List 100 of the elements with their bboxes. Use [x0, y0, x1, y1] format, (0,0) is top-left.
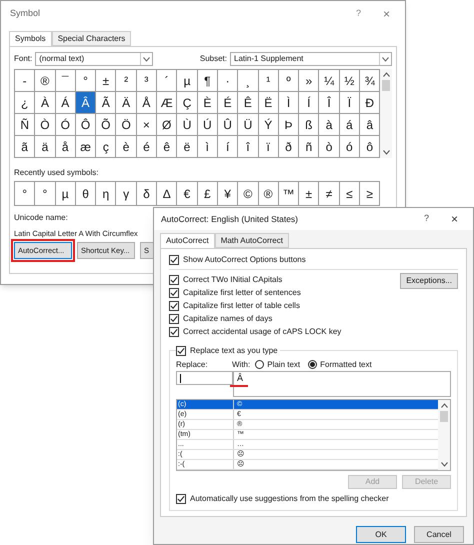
symbol-cell[interactable]: ê: [157, 136, 178, 158]
symbol-cell[interactable]: á: [340, 114, 360, 136]
symbol-cell[interactable]: í: [218, 136, 238, 158]
symbol-cell[interactable]: Ú: [198, 114, 218, 136]
symbol-cell[interactable]: Ê: [238, 92, 259, 114]
symbol-cell[interactable]: è: [116, 136, 137, 158]
symbol-cell[interactable]: ½: [340, 70, 360, 92]
scroll-down-icon[interactable]: [440, 462, 448, 467]
symbol-cell[interactable]: ×: [136, 114, 158, 136]
symbol-cell[interactable]: °: [76, 70, 96, 92]
symbol-cell[interactable]: ™: [278, 182, 300, 206]
symbol-cell[interactable]: Ö: [116, 114, 137, 136]
scrollbar-thumb[interactable]: [382, 80, 390, 91]
symbol-cell[interactable]: ¯: [56, 70, 76, 92]
symbol-cell[interactable]: Ò: [35, 114, 56, 136]
symbol-cell[interactable]: Ã: [96, 92, 116, 114]
symbol-cell[interactable]: °: [15, 182, 36, 206]
symbol-cell[interactable]: ¶: [198, 70, 218, 92]
symbol-cell[interactable]: ≠: [319, 182, 340, 206]
symbol-cell[interactable]: Ü: [238, 114, 259, 136]
symbol-cell[interactable]: ð: [278, 136, 300, 158]
symbol-cell[interactable]: ©: [238, 182, 259, 206]
scrollbar[interactable]: [438, 400, 450, 470]
symbol-cell[interactable]: ³: [136, 70, 158, 92]
symbol-cell[interactable]: é: [136, 136, 158, 158]
symbol-cell[interactable]: ≤: [340, 182, 360, 206]
symbol-cell[interactable]: ã: [15, 136, 36, 158]
symbol-cell[interactable]: Ù: [177, 114, 198, 136]
scroll-up-icon[interactable]: [440, 403, 448, 408]
symbol-cell[interactable]: å: [56, 136, 76, 158]
symbol-cell[interactable]: ë: [177, 136, 198, 158]
symbol-cell[interactable]: ≥: [360, 182, 380, 206]
symbol-cell[interactable]: ñ: [299, 136, 320, 158]
cancel-button[interactable]: Cancel: [414, 526, 464, 543]
symbol-cell[interactable]: ´: [157, 70, 178, 92]
subset-dropdown[interactable]: Latin-1 Supplement: [230, 52, 392, 66]
symbol-cell[interactable]: ï: [258, 136, 279, 158]
symbol-cell[interactable]: Ï: [340, 92, 360, 114]
tab[interactable]: AutoCorrect: [160, 233, 215, 248]
symbol-cell[interactable]: ¾: [360, 70, 380, 92]
checkbox[interactable]: [176, 346, 186, 356]
symbol-cell[interactable]: î: [238, 136, 259, 158]
symbol-cell[interactable]: µ: [56, 182, 76, 206]
symbol-cell[interactable]: ¼: [319, 70, 340, 92]
scrollbar-thumb[interactable]: [440, 411, 448, 422]
symbol-cell[interactable]: Õ: [96, 114, 116, 136]
symbol-cell[interactable]: η: [96, 182, 116, 206]
symbol-cell[interactable]: ô: [360, 136, 380, 158]
symbol-cell[interactable]: Ä: [116, 92, 137, 114]
symbol-cell[interactable]: µ: [177, 70, 198, 92]
checkbox[interactable]: [176, 494, 186, 504]
symbol-cell[interactable]: ·: [218, 70, 238, 92]
symbol-cell[interactable]: θ: [76, 182, 96, 206]
symbol-cell[interactable]: à: [319, 114, 340, 136]
symbol-cell[interactable]: Ô: [76, 114, 96, 136]
symbol-cell[interactable]: -: [15, 70, 36, 92]
checkbox[interactable]: [169, 314, 179, 324]
symbol-cell[interactable]: Ð: [360, 92, 380, 114]
symbol-cell[interactable]: Î: [319, 92, 340, 114]
radio-button[interactable]: [308, 360, 318, 369]
symbol-cell[interactable]: Æ: [157, 92, 178, 114]
symbol-cell[interactable]: ¹: [258, 70, 279, 92]
symbol-cell[interactable]: ì: [198, 136, 218, 158]
symbol-cell[interactable]: Ë: [258, 92, 279, 114]
symbol-cell[interactable]: ®: [258, 182, 279, 206]
symbol-cell[interactable]: Ø: [157, 114, 178, 136]
symbol-cell[interactable]: Å: [136, 92, 158, 114]
symbol-cell[interactable]: £: [198, 182, 218, 206]
symbol-cell[interactable]: È: [198, 92, 218, 114]
symbol-cell[interactable]: Ì: [278, 92, 300, 114]
scroll-up-icon[interactable]: [382, 72, 390, 77]
tab[interactable]: Symbols: [9, 31, 52, 46]
help-button[interactable]: ?: [356, 7, 361, 21]
symbol-cell[interactable]: Û: [218, 114, 238, 136]
symbol-cell[interactable]: ¸: [238, 70, 259, 92]
checkbox[interactable]: [169, 326, 179, 336]
symbol-cell[interactable]: ç: [96, 136, 116, 158]
checkbox[interactable]: [169, 254, 179, 264]
symbol-cell[interactable]: Ó: [56, 114, 76, 136]
close-button[interactable]: ×: [450, 210, 458, 228]
symbol-cell[interactable]: €: [177, 182, 198, 206]
radio-button[interactable]: [255, 360, 264, 369]
symbol-cell[interactable]: Ý: [258, 114, 279, 136]
symbol-cell[interactable]: Δ: [157, 182, 178, 206]
symbol-cell[interactable]: ±: [96, 70, 116, 92]
symbol-cell[interactable]: δ: [136, 182, 158, 206]
symbol-cell[interactable]: ®: [35, 70, 56, 92]
ok-button[interactable]: OK: [356, 526, 406, 543]
checkbox[interactable]: [169, 288, 179, 298]
close-button[interactable]: ×: [382, 5, 390, 23]
symbol-cell[interactable]: É: [218, 92, 238, 114]
with-field[interactable]: Â: [233, 371, 451, 397]
symbol-cell[interactable]: ä: [35, 136, 56, 158]
symbol-cell[interactable]: Ñ: [15, 114, 36, 136]
symbol-cell[interactable]: ¿: [15, 92, 36, 114]
symbol-cell[interactable]: ò: [319, 136, 340, 158]
symbol-cell[interactable]: â: [360, 114, 380, 136]
exceptions-button[interactable]: Exceptions...: [400, 273, 458, 289]
symbol-cell[interactable]: º: [278, 70, 300, 92]
symbol-cell[interactable]: ß: [299, 114, 320, 136]
